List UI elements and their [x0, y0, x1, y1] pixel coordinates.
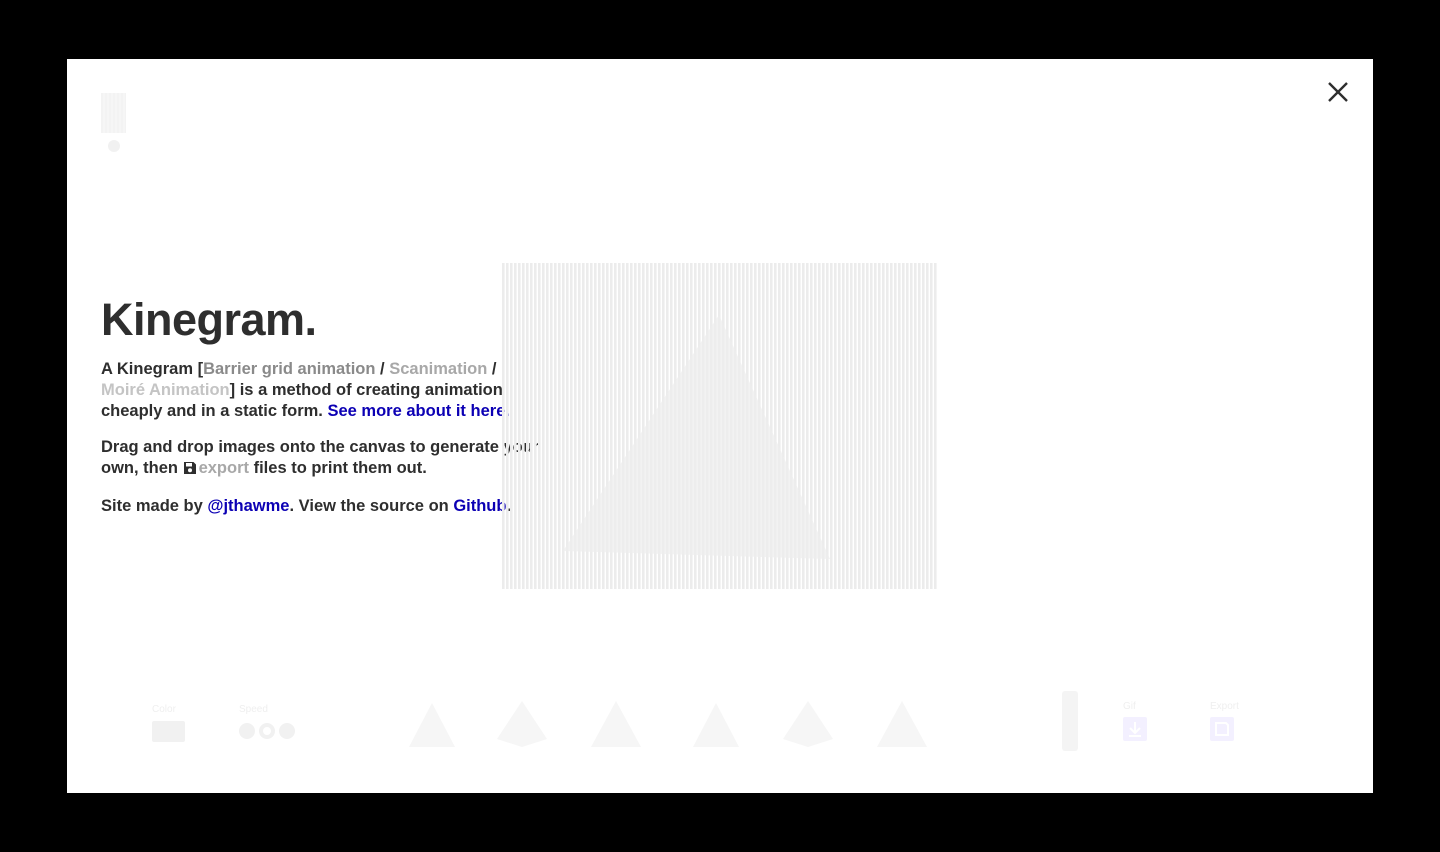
preset-thumbnail[interactable]	[781, 699, 835, 749]
preset-thumbnail[interactable]	[589, 699, 643, 749]
floppy-disk-icon	[183, 460, 197, 481]
alt-name-moire: Moiré Animation	[101, 380, 230, 399]
download-icon	[1129, 722, 1141, 737]
separator: /	[375, 359, 390, 378]
close-icon	[1328, 82, 1348, 102]
save-icon	[1215, 722, 1229, 736]
color-label: Color	[152, 704, 176, 715]
close-button[interactable]	[1325, 79, 1351, 105]
about-content: Kinegram. A Kinegram [Barrier grid anima…	[101, 295, 541, 532]
info-dot-icon	[108, 140, 120, 152]
github-link[interactable]: Github	[453, 497, 506, 515]
credits-lead: Site made by	[101, 496, 208, 515]
intro-paragraph: A Kinegram [Barrier grid animation / Sca…	[101, 359, 541, 422]
see-more-link[interactable]: See more about it here.	[327, 402, 509, 420]
bottom-toolbar: Color Speed Gif Export	[67, 679, 1373, 759]
gif-label: Gif	[1123, 701, 1136, 712]
speed-fast-option[interactable]	[279, 723, 295, 739]
export-link[interactable]: export	[199, 459, 249, 477]
export-label: Export	[1210, 701, 1239, 712]
about-modal: Kinegram. A Kinegram [Barrier grid anima…	[67, 59, 1373, 793]
preset-thumbnail[interactable]	[495, 699, 549, 749]
alt-name-barrier-grid: Barrier grid animation	[203, 359, 376, 378]
drag-paragraph: Drag and drop images onto the canvas to …	[101, 437, 541, 481]
credits-mid: . View the source on	[289, 496, 454, 515]
preset-thumbnail[interactable]	[875, 699, 929, 749]
alt-name-scanimation: Scanimation	[389, 359, 488, 378]
app-logo	[101, 93, 126, 133]
separator: /	[487, 359, 497, 378]
speed-label: Speed	[239, 704, 268, 715]
gif-download-button[interactable]	[1123, 717, 1147, 741]
color-swatch[interactable]	[152, 721, 185, 742]
kinegram-canvas[interactable]	[502, 263, 937, 589]
author-link[interactable]: @jthawme	[207, 497, 289, 515]
speed-slow-option[interactable]	[239, 723, 255, 739]
preset-thumbnail[interactable]	[689, 699, 743, 749]
speed-medium-option[interactable]	[259, 723, 275, 739]
drag-tail: files to print them out.	[249, 458, 427, 477]
drawer-handle[interactable]	[1062, 691, 1078, 751]
preset-thumbnail[interactable]	[405, 699, 459, 749]
credits-paragraph: Site made by @jthawme. View the source o…	[101, 496, 541, 517]
page-title: Kinegram.	[101, 294, 317, 345]
export-button[interactable]	[1210, 717, 1234, 741]
intro-lead: A Kinegram [	[101, 359, 204, 378]
